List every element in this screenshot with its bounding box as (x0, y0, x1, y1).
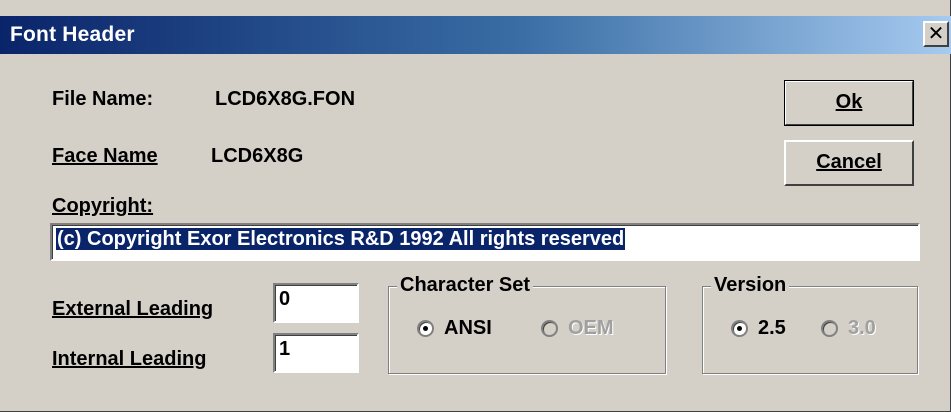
external-leading-label: External Leading (52, 298, 214, 320)
version-group: Version 2.5 3.0 (702, 274, 918, 374)
radio-oem[interactable]: OEM (541, 317, 614, 340)
close-icon: ✕ (927, 21, 945, 45)
font-header-dialog: Font Header ✕ File Name: LCD6X8G.FON Fac… (0, 0, 951, 412)
file-name-label: File Name: (52, 88, 154, 110)
ok-button[interactable]: Ok (784, 80, 914, 126)
radio-version-3-0-label: 3.0 (848, 317, 876, 339)
radio-version-2-5[interactable]: 2.5 (731, 317, 786, 340)
copyright-input[interactable]: (c) Copyright Exor Electronics R&D 1992 … (50, 223, 920, 261)
radio-ansi[interactable]: ANSI (417, 317, 492, 340)
ok-button-label: Ok (835, 91, 863, 113)
cancel-button[interactable]: Cancel (784, 140, 914, 186)
file-name-value: LCD6X8G.FON (215, 88, 356, 110)
radio-button-icon (417, 320, 434, 337)
radio-button-icon (541, 320, 558, 337)
close-button[interactable]: ✕ (923, 21, 949, 47)
radio-ansi-label: ANSI (444, 317, 492, 339)
version-title: Version (711, 274, 790, 297)
window-title: Font Header (10, 23, 135, 46)
internal-leading-input[interactable]: 1 (273, 333, 359, 373)
copyright-selected-text: (c) Copyright Exor Electronics R&D 1992 … (56, 228, 626, 250)
radio-button-icon (731, 320, 748, 337)
face-name-label: Face Name (52, 145, 158, 167)
title-bar: Font Header ✕ (0, 16, 951, 54)
cancel-button-label: Cancel (816, 151, 882, 173)
internal-leading-label: Internal Leading (52, 348, 207, 370)
radio-oem-label: OEM (568, 317, 614, 339)
external-leading-input[interactable]: 0 (273, 283, 359, 323)
radio-version-3-0[interactable]: 3.0 (821, 317, 876, 340)
character-set-title: Character Set (397, 274, 534, 297)
character-set-group: Character Set ANSI OEM (388, 274, 666, 374)
face-name-value: LCD6X8G (211, 145, 304, 167)
radio-version-2-5-label: 2.5 (758, 317, 786, 339)
radio-button-icon (821, 320, 838, 337)
copyright-label: Copyright: (52, 195, 154, 217)
